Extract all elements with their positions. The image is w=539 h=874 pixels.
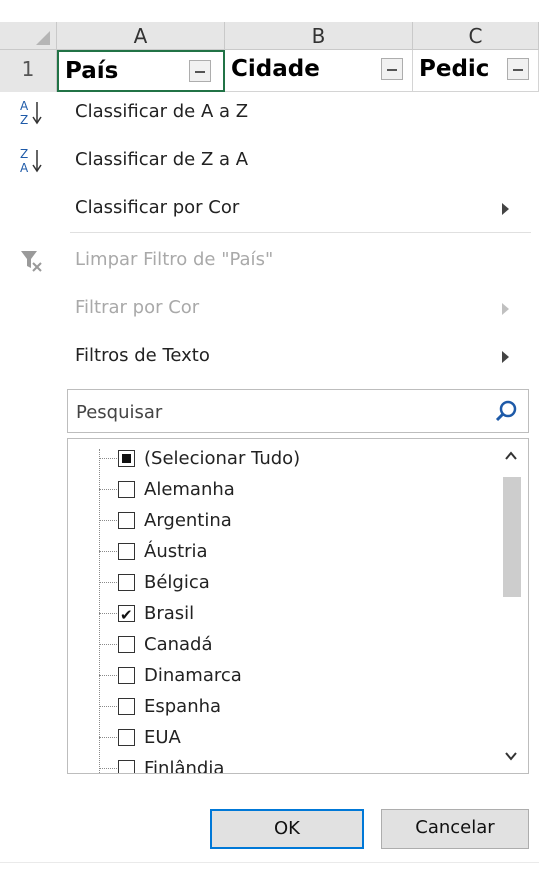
list-item[interactable]: Alemanha bbox=[68, 474, 488, 505]
list-item-select-all[interactable]: (Selecionar Tudo) bbox=[68, 443, 488, 474]
text-filters-label: Filtros de Texto bbox=[75, 345, 210, 366]
tree-connector bbox=[99, 551, 117, 552]
cancel-button[interactable]: Cancelar bbox=[381, 809, 529, 849]
checkbox[interactable] bbox=[118, 636, 135, 653]
spreadsheet-header: A B C 1 País Cidade Pedic bbox=[0, 0, 539, 92]
tree-connector bbox=[99, 613, 117, 614]
list-item[interactable]: Espanha bbox=[68, 691, 488, 722]
filter-dropdown-button-a[interactable] bbox=[189, 60, 211, 82]
menu-filter-by-color: Filtrar por Cor bbox=[0, 284, 539, 332]
checkbox[interactable] bbox=[118, 600, 135, 631]
checkbox[interactable] bbox=[118, 698, 135, 715]
tree-connector bbox=[99, 706, 117, 707]
svg-text:A: A bbox=[20, 99, 29, 113]
svg-text:Z: Z bbox=[20, 113, 28, 126]
menu-text-filters[interactable]: Filtros de Texto bbox=[0, 332, 539, 380]
sort-a-to-z-label: Classificar de A a Z bbox=[75, 101, 249, 122]
cell-b1-text: Cidade bbox=[231, 56, 320, 82]
column-header-a[interactable]: A bbox=[57, 22, 225, 50]
list-item-label: Áustria bbox=[144, 541, 208, 562]
checkbox[interactable] bbox=[118, 574, 135, 591]
divider bbox=[0, 862, 539, 863]
cell-a1-text: País bbox=[65, 58, 119, 84]
tree-connector bbox=[99, 644, 117, 645]
filter-by-color-label: Filtrar por Cor bbox=[75, 297, 200, 318]
tree-connector bbox=[99, 737, 117, 738]
tree-connector bbox=[99, 768, 117, 769]
cell-c1-text: Pedic bbox=[419, 56, 490, 82]
menu-sort-by-color[interactable]: Classificar por Cor bbox=[0, 184, 539, 232]
row-header-1[interactable]: 1 bbox=[0, 50, 57, 92]
select-all-corner[interactable] bbox=[0, 22, 57, 50]
submenu-arrow-icon bbox=[502, 203, 509, 215]
filter-dropdown-button-c[interactable] bbox=[507, 58, 529, 80]
column-header-b[interactable]: B bbox=[225, 22, 413, 50]
tree-connector bbox=[99, 520, 117, 521]
checkbox[interactable] bbox=[118, 667, 135, 684]
cell-b1[interactable]: Cidade bbox=[225, 50, 413, 92]
checkbox[interactable] bbox=[118, 543, 135, 560]
list-item[interactable]: Brasil bbox=[68, 598, 488, 631]
list-item[interactable]: Canadá bbox=[68, 629, 488, 660]
clear-filter-label: Limpar Filtro de "País" bbox=[75, 249, 274, 270]
vertical-scrollbar[interactable] bbox=[494, 439, 528, 773]
list-item-label: Dinamarca bbox=[144, 665, 242, 686]
sort-by-color-label: Classificar por Cor bbox=[75, 197, 240, 218]
submenu-arrow-icon bbox=[502, 303, 509, 315]
column-header-c[interactable]: C bbox=[413, 22, 539, 50]
ok-button[interactable]: OK bbox=[210, 809, 364, 849]
svg-text:A: A bbox=[20, 161, 29, 174]
checkbox[interactable] bbox=[118, 729, 135, 746]
cell-a1[interactable]: País bbox=[57, 50, 225, 92]
search-icon[interactable] bbox=[494, 399, 518, 423]
scroll-up-icon[interactable] bbox=[504, 449, 518, 463]
list-item-label: (Selecionar Tudo) bbox=[144, 448, 301, 469]
tree-connector bbox=[99, 458, 117, 459]
cell-c1[interactable]: Pedic bbox=[413, 50, 539, 92]
list-item-label: Canadá bbox=[144, 634, 213, 655]
list-item-label: Espanha bbox=[144, 696, 222, 717]
list-item-label: Alemanha bbox=[144, 479, 235, 500]
checkbox[interactable] bbox=[118, 512, 135, 529]
clear-filter-icon bbox=[21, 251, 42, 272]
list-item[interactable]: Bélgica bbox=[68, 567, 488, 598]
filter-values-list: (Selecionar Tudo) Alemanha Argentina Áus… bbox=[67, 438, 529, 774]
tree-connector bbox=[99, 582, 117, 583]
svg-text:Z: Z bbox=[20, 147, 28, 161]
checkbox[interactable] bbox=[118, 760, 135, 773]
list-item-label: Finlândia bbox=[144, 758, 225, 774]
sort-ascending-icon: A Z bbox=[20, 99, 42, 126]
menu-clear-filter: Limpar Filtro de "País" bbox=[0, 236, 539, 284]
list-item[interactable]: Áustria bbox=[68, 536, 488, 567]
tree-connector bbox=[99, 489, 117, 490]
submenu-arrow-icon bbox=[502, 351, 509, 363]
sort-z-to-a-label: Classificar de Z a A bbox=[75, 149, 249, 170]
list-item[interactable]: Finlândia bbox=[68, 753, 488, 774]
list-item[interactable]: Argentina bbox=[68, 505, 488, 536]
tree-connector bbox=[99, 675, 117, 676]
scrollbar-thumb[interactable] bbox=[503, 477, 521, 597]
list-item-label: Argentina bbox=[144, 510, 232, 531]
checkbox[interactable] bbox=[118, 450, 135, 467]
list-item-label: EUA bbox=[144, 727, 181, 748]
corner-triangle-icon bbox=[36, 31, 50, 45]
menu-sort-a-to-z[interactable]: A Z Classificar de A a Z bbox=[0, 88, 539, 136]
scroll-down-icon[interactable] bbox=[504, 749, 518, 763]
search-box bbox=[67, 389, 529, 433]
list-item-label: Brasil bbox=[144, 603, 195, 624]
filter-dropdown-button-b[interactable] bbox=[381, 58, 403, 80]
list-item[interactable]: EUA bbox=[68, 722, 488, 753]
list-item-label: Bélgica bbox=[144, 572, 210, 593]
search-input[interactable] bbox=[74, 396, 478, 428]
menu-sort-z-to-a[interactable]: Z A Classificar de Z a A bbox=[0, 136, 539, 184]
menu-separator bbox=[70, 232, 531, 233]
checkbox[interactable] bbox=[118, 481, 135, 498]
sort-descending-icon: Z A bbox=[20, 147, 42, 174]
list-item[interactable]: Dinamarca bbox=[68, 660, 488, 691]
